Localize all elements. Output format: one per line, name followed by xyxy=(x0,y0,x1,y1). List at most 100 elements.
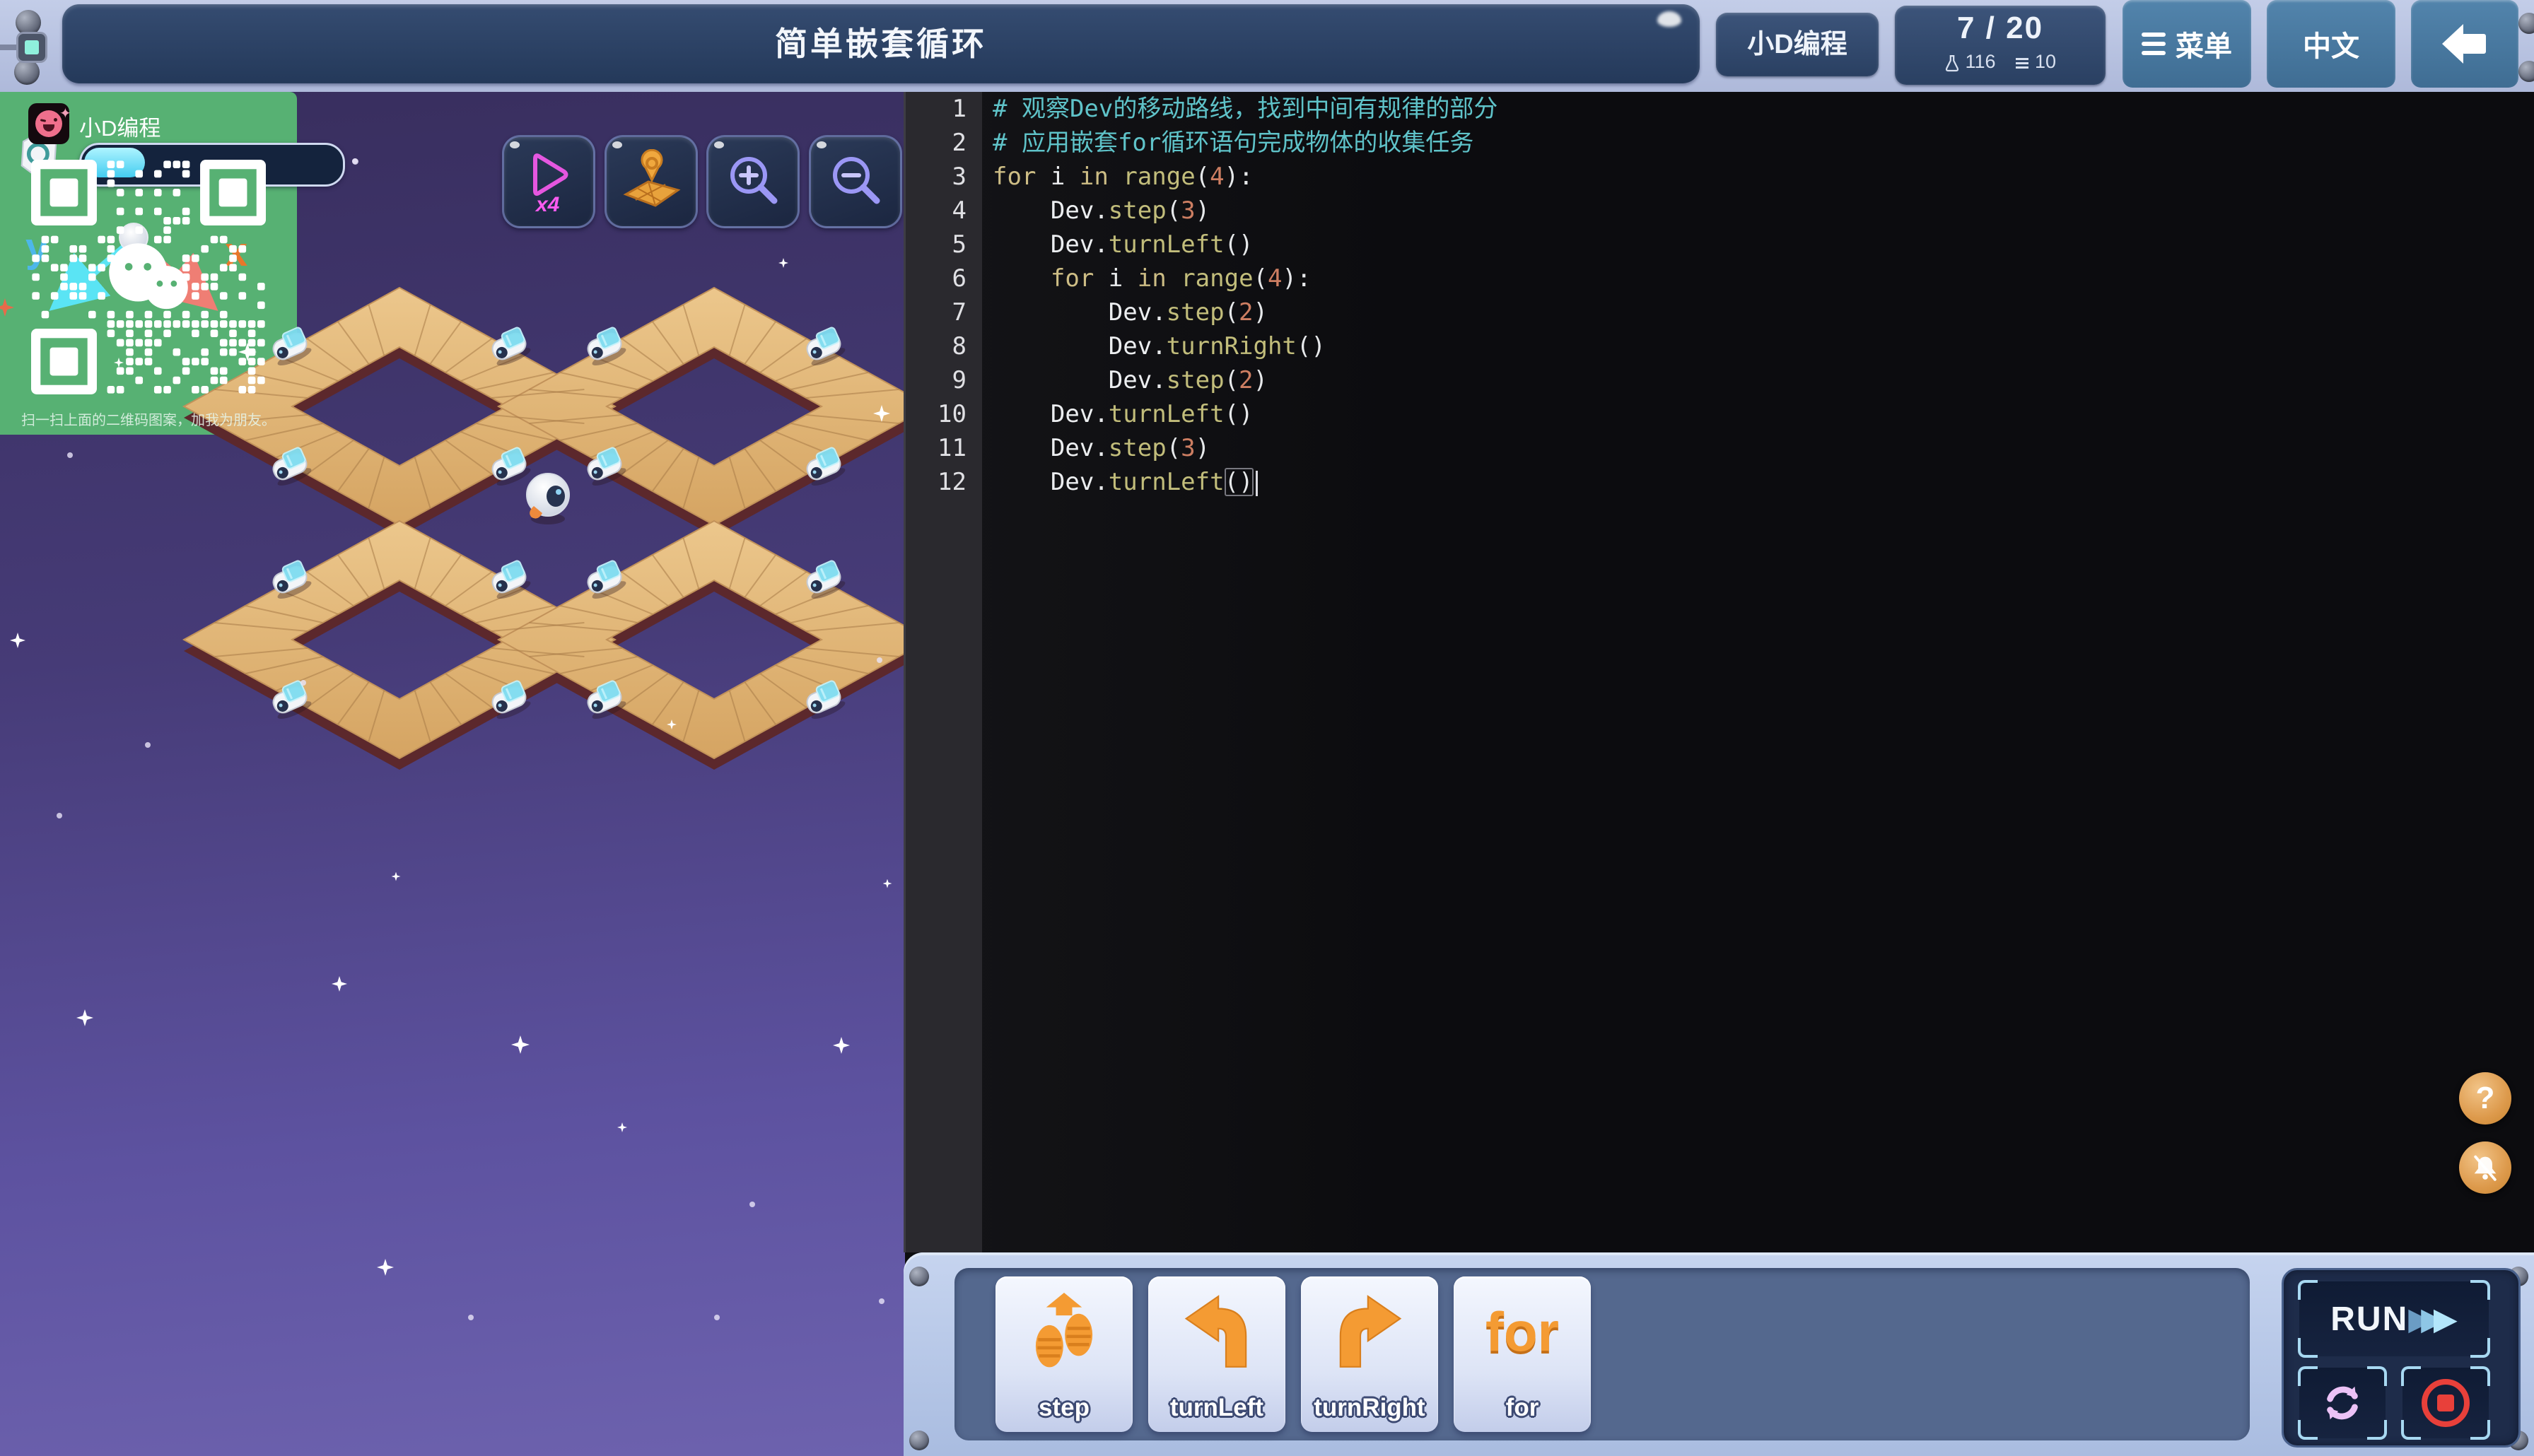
platform-ring xyxy=(496,519,905,760)
reset-icon xyxy=(2327,1386,2358,1420)
title-bar: 简单嵌套循环 xyxy=(62,4,1700,83)
line-number: 8 xyxy=(952,332,967,360)
block-step[interactable]: step xyxy=(996,1276,1133,1432)
flask-icon xyxy=(1945,54,1959,71)
code-line[interactable]: Dev.step(2) xyxy=(993,295,2534,329)
dot-decor xyxy=(67,452,73,458)
line-number: 11 xyxy=(938,434,967,462)
block-label: step xyxy=(1039,1394,1090,1421)
bolt-icon xyxy=(909,1267,929,1286)
line-number: 12 xyxy=(938,468,967,496)
qr-app-name: 小D编程 xyxy=(79,116,161,141)
block-for[interactable]: for for xyxy=(1454,1276,1591,1432)
level-stats: 116 10 xyxy=(1895,51,2106,72)
flask-stat: 116 xyxy=(1944,51,1996,72)
code-line[interactable]: Dev.turnLeft() xyxy=(993,228,2534,262)
svg-text:x4: x4 xyxy=(535,193,560,216)
help-button[interactable]: ? xyxy=(2459,1072,2511,1125)
block-turnright[interactable]: turnRight xyxy=(1301,1276,1438,1432)
stop-icon xyxy=(2422,1379,2470,1427)
dot-decor xyxy=(749,1202,755,1207)
list-icon xyxy=(2015,57,2028,69)
turn-left-icon xyxy=(1148,1282,1285,1381)
bell-off-icon xyxy=(2474,1155,2497,1181)
block-tray: step turnLeft turnRight for for xyxy=(954,1268,2250,1440)
map-icon xyxy=(623,149,681,207)
code-area[interactable]: # 观察Dev的移动路线，找到中间有规律的部分 # 应用嵌套for循环语句完成物体… xyxy=(980,92,2534,1252)
dot-decor xyxy=(352,158,358,164)
block-turnleft[interactable]: turnLeft xyxy=(1148,1276,1285,1432)
turn-right-icon xyxy=(1301,1282,1438,1381)
line-number: 3 xyxy=(952,163,967,191)
line-number: 1 xyxy=(952,95,967,123)
app-avatar: ✦ xyxy=(28,103,71,144)
bolt-icon xyxy=(2518,13,2534,34)
code-line[interactable]: Dev.step(3) xyxy=(993,194,2534,228)
bell-off-button[interactable] xyxy=(2459,1141,2511,1194)
level-progress-button[interactable]: 7 / 20 116 10 xyxy=(1895,6,2106,85)
hamburger-icon xyxy=(2142,28,2166,60)
back-button[interactable] xyxy=(2411,0,2518,88)
dot-decor xyxy=(714,1315,720,1320)
language-label: 中文 xyxy=(2303,31,2359,62)
top-bar: 简单嵌套循环 小D编程 7 / 20 116 10 菜单 中文 xyxy=(0,0,2534,92)
list-stat: 10 xyxy=(2014,51,2057,72)
dot-decor xyxy=(877,657,882,663)
shine-decor xyxy=(1657,11,1681,27)
code-line[interactable]: Dev.turnLeft() xyxy=(993,397,2534,431)
text-cursor xyxy=(1255,470,1258,496)
line-number: 2 xyxy=(952,129,967,157)
gutter: 1 2 3 4 5 6 7 8 9 10 11 12 xyxy=(904,92,982,1252)
code-line[interactable]: # 应用嵌套for循环语句完成物体的收集任务 xyxy=(993,126,2534,160)
code-line[interactable]: for i in range(4): xyxy=(993,160,2534,194)
game-viewport[interactable]: x4 y x xyxy=(0,92,905,1456)
zoom-out-icon xyxy=(833,157,880,204)
code-line[interactable]: # 观察Dev的移动路线，找到中间有规律的部分 xyxy=(993,92,2534,126)
qr-caption: 扫一扫上面的二维码图案，加我为朋友。 xyxy=(21,413,276,428)
line-number: 5 xyxy=(952,230,967,259)
block-label: turnRight xyxy=(1314,1394,1425,1421)
menu-label: 菜单 xyxy=(2176,31,2232,62)
block-label: for xyxy=(1505,1394,1539,1421)
code-line[interactable]: Dev.turnRight() xyxy=(993,329,2534,363)
winking-face-icon xyxy=(35,110,62,137)
dev-character xyxy=(526,473,570,524)
line-number: 4 xyxy=(952,196,967,225)
bolt-icon xyxy=(14,59,40,85)
run-label: RUN xyxy=(2330,1300,2409,1338)
menu-button[interactable]: 菜单 xyxy=(2123,0,2251,88)
code-line[interactable]: Dev.step(2) xyxy=(993,363,2534,397)
code-line[interactable]: for i in range(4): xyxy=(993,262,2534,295)
step-icon xyxy=(996,1282,1133,1381)
question-icon: ? xyxy=(2475,1081,2495,1115)
dot-decor xyxy=(300,680,306,686)
code-line[interactable]: Dev.turnLeft() xyxy=(993,465,2534,499)
code-editor[interactable]: 1 2 3 4 5 6 7 8 9 10 11 12 # 观察Dev的移动路线，找到中间有规律的部分 #… xyxy=(904,92,2534,1252)
code-line[interactable]: Dev.step(3) xyxy=(993,431,2534,465)
stop-button[interactable] xyxy=(2401,1366,2490,1440)
list-count: 10 xyxy=(2035,51,2057,72)
line-number: 9 xyxy=(952,366,967,394)
app-name-button[interactable]: 小D编程 xyxy=(1716,13,1879,76)
speed-button[interactable]: x4 xyxy=(502,135,595,228)
reset-button[interactable] xyxy=(2298,1366,2387,1440)
speed-x4-icon: x4 xyxy=(533,153,568,216)
map-button[interactable] xyxy=(605,135,698,228)
dot-decor xyxy=(57,813,62,818)
language-button[interactable]: 中文 xyxy=(2267,0,2395,88)
bolt-icon xyxy=(2518,61,2534,82)
dot-decor xyxy=(879,1298,884,1304)
zoom-out-button[interactable] xyxy=(809,135,902,228)
dot-decor xyxy=(468,1315,474,1320)
line-number: 7 xyxy=(952,298,967,327)
run-button[interactable]: RUN ▶▶▶ xyxy=(2298,1280,2490,1358)
run-panel: RUN ▶▶▶ xyxy=(2282,1268,2521,1448)
for-icon: for xyxy=(1485,1300,1559,1363)
zoom-in-button[interactable] xyxy=(706,135,800,228)
bolt-icon xyxy=(909,1431,929,1450)
level-count: 7 / 20 xyxy=(1956,11,2044,45)
line-number: 6 xyxy=(952,264,967,293)
qr-code xyxy=(31,160,266,394)
block-toolbar: step turnLeft turnRight for for RUN ▶▶▶ xyxy=(904,1252,2534,1456)
frame-plug-icon xyxy=(18,34,45,61)
